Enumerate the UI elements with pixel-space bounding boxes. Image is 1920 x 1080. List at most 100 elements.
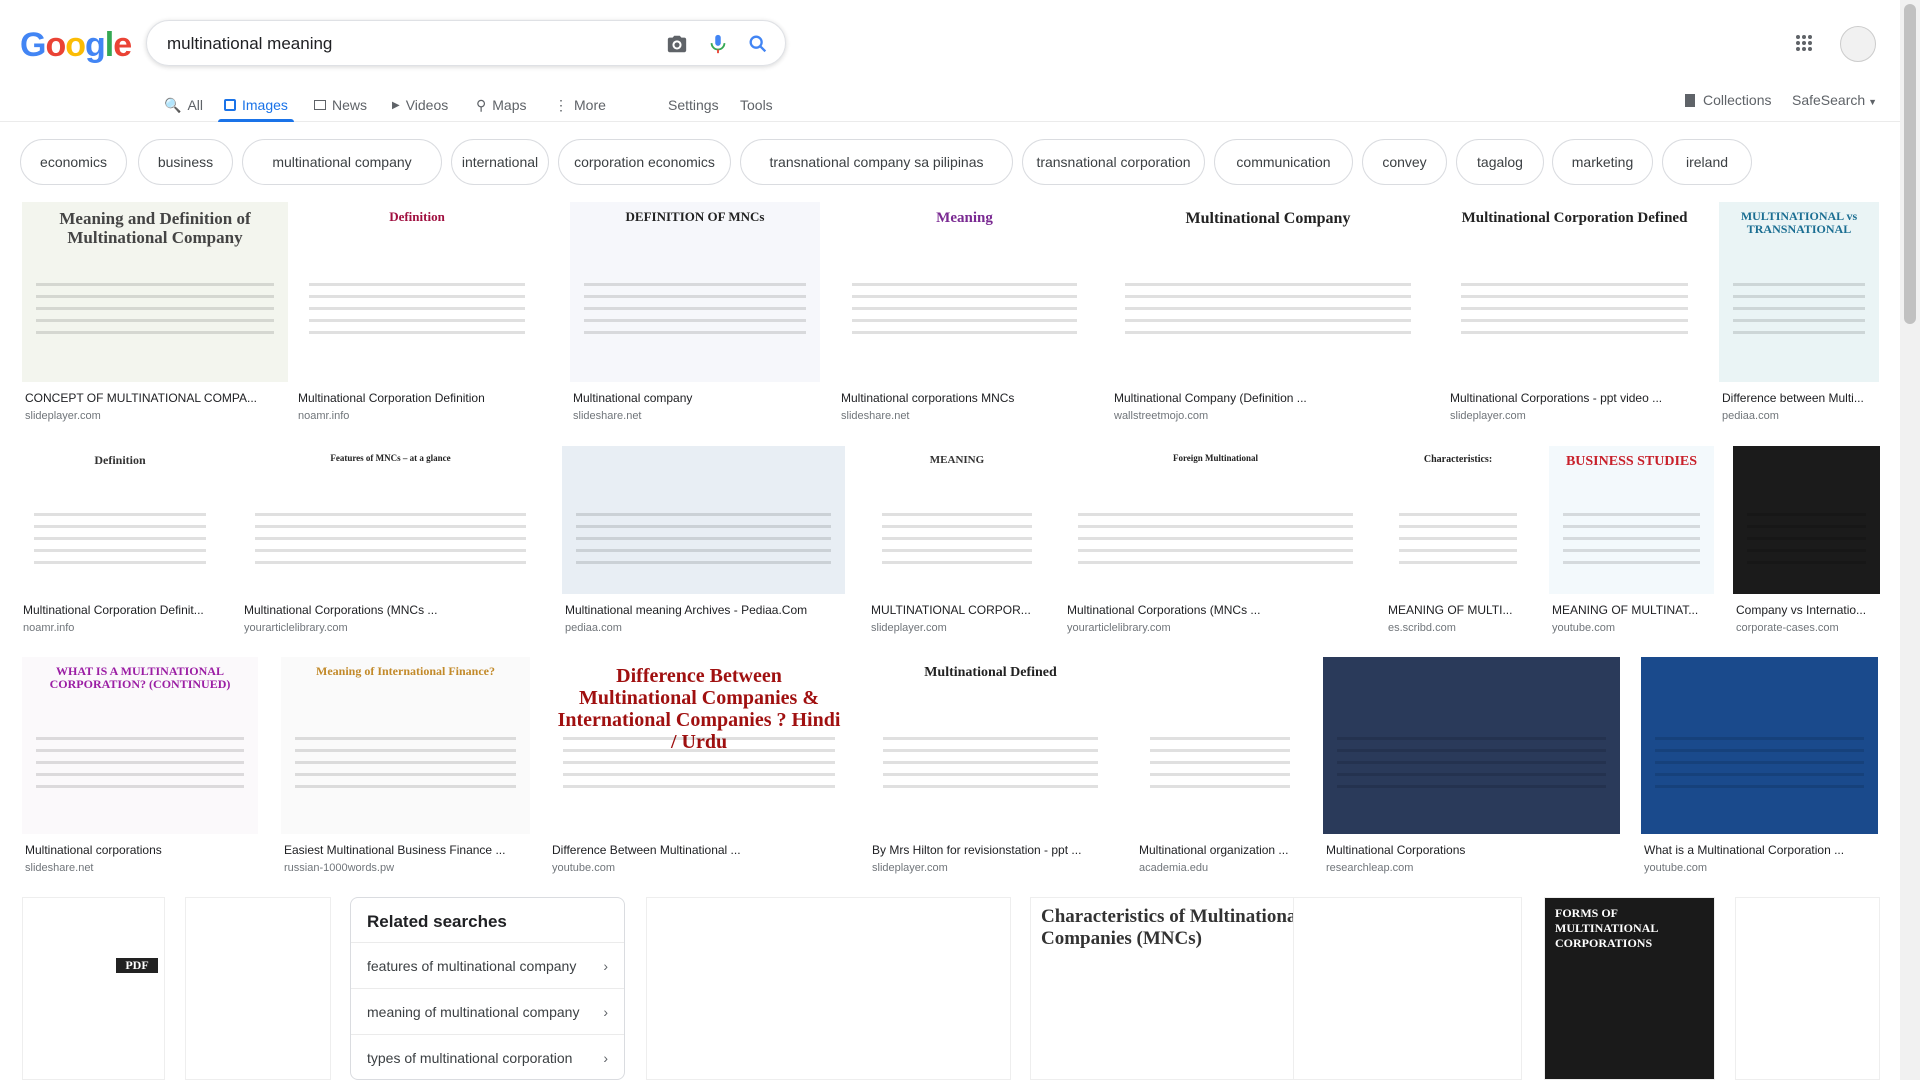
image-thumbnail[interactable]: Definition	[20, 446, 220, 594]
image-result[interactable]: Features of MNCs – at a glance Multinatio…	[241, 446, 540, 644]
image-thumbnail[interactable]	[562, 446, 845, 594]
image-thumbnail[interactable]	[1641, 657, 1878, 834]
image-caption[interactable]: CONCEPT OF MULTINATIONAL COMPA...	[25, 391, 287, 405]
image-result[interactable]: Meaning of International Finance? Easiest…	[281, 657, 530, 884]
image-caption[interactable]: Multinational Corporations	[1326, 843, 1619, 857]
image-caption[interactable]: Multinational meaning Archives - Pediaa.…	[565, 603, 844, 617]
image-thumbnail[interactable]: Foreign Multinational	[1064, 446, 1367, 594]
scrollbar-thumb[interactable]	[1904, 4, 1916, 324]
image-result[interactable]: Multinational meaning Archives - Pediaa.…	[562, 446, 845, 644]
image-thumbnail[interactable]: Characteristics:	[1385, 446, 1531, 594]
image-thumbnail[interactable]	[1735, 897, 1880, 1080]
image-caption[interactable]: MEANING OF MULTINAT...	[1552, 603, 1713, 617]
image-caption[interactable]: Multinational corporations MNCs	[841, 391, 1090, 405]
page-scrollbar[interactable]	[1900, 0, 1920, 1080]
image-caption[interactable]: Multinational organization ...	[1139, 843, 1303, 857]
image-thumbnail[interactable]	[646, 897, 1011, 1080]
image-result[interactable]: Characteristics: MEANING OF MULTI... es.sc…	[1385, 446, 1531, 644]
image-thumbnail[interactable]: Multinational Corporation Defined	[1447, 202, 1702, 382]
image-caption[interactable]: Multinational Corporation Definit...	[23, 603, 219, 617]
thumbnail-text-line	[295, 773, 516, 776]
thumbnail-text-line	[1747, 549, 1866, 552]
thumbnail-text: Foreign Multinational	[1172, 453, 1259, 463]
image-result[interactable]: Meaning and Definition of Multinational …	[22, 202, 288, 432]
image-result[interactable]: BUSINESS STUDIES MEANING OF MULTINAT... yo…	[1549, 446, 1714, 644]
thumbnail-text: DEFINITION OF MNCs	[625, 209, 765, 224]
image-result[interactable]: Multinational Corporation Defined Multina…	[1447, 202, 1702, 432]
thumbnail-text-line	[255, 525, 526, 528]
related-search-item[interactable]: types of multinational corporation ›	[351, 1034, 624, 1080]
related-search-item[interactable]: features of multinational company ›	[351, 942, 624, 988]
thumbnail-text-line	[1078, 525, 1353, 528]
image-thumbnail[interactable]: Definition	[295, 202, 539, 382]
image-caption[interactable]: Company vs Internatio...	[1736, 603, 1879, 617]
image-source: slideplayer.com	[872, 862, 948, 874]
image-result[interactable]: DEFINITION OF MNCs Multinational company s…	[570, 202, 820, 432]
image-thumbnail[interactable]: Multinational Company	[1111, 202, 1425, 382]
thumbnail-text-line	[1461, 307, 1688, 310]
image-result[interactable]: Multinational Corporations researchleap.c…	[1323, 657, 1620, 884]
image-thumbnail[interactable]: DEFINITION OF MNCs	[570, 202, 820, 382]
image-result[interactable]: Multinational Company Multinational Compa…	[1111, 202, 1425, 432]
image-result[interactable]: WHAT IS A MULTINATIONAL CORPORATION? (CO…	[22, 657, 258, 884]
image-caption[interactable]: Difference Between Multinational ...	[552, 843, 848, 857]
image-result[interactable]: Meaning Multinational corporations MNCs sl…	[838, 202, 1091, 432]
image-caption[interactable]: MEANING OF MULTI...	[1388, 603, 1530, 617]
thumbnail-text-line	[1461, 331, 1688, 334]
image-thumbnail[interactable]: Meaning of International Finance?	[281, 657, 530, 834]
image-result[interactable]: Difference Between Multinational Compani…	[549, 657, 849, 884]
image-thumbnail[interactable]	[1293, 897, 1522, 1080]
related-search-item[interactable]: meaning of multinational company ›	[351, 988, 624, 1034]
image-result[interactable]: What is a Multinational Corporation ... y…	[1641, 657, 1878, 884]
image-caption[interactable]: What is a Multinational Corporation ...	[1644, 843, 1877, 857]
image-thumbnail[interactable]	[1136, 657, 1304, 834]
image-result[interactable]: Multinational Defined By Mrs Hilton for r…	[869, 657, 1112, 884]
image-thumbnail[interactable]: MULTINATIONAL vs TRANSNATIONAL	[1719, 202, 1879, 382]
thumbnail-text-line	[36, 295, 274, 298]
image-caption[interactable]: Difference between Multi...	[1722, 391, 1878, 405]
image-source: corporate-cases.com	[1736, 622, 1839, 634]
image-caption[interactable]: Multinational corporations	[25, 843, 257, 857]
thumbnail-text-line	[576, 525, 831, 528]
image-thumbnail[interactable]: BUSINESS STUDIES	[1549, 446, 1714, 594]
image-caption[interactable]: Multinational Corporations - ppt video .…	[1450, 391, 1701, 405]
image-thumbnail[interactable]	[1733, 446, 1880, 594]
image-thumbnail[interactable]: WHAT IS A MULTINATIONAL CORPORATION? (CO…	[22, 657, 258, 834]
image-result[interactable]: MEANING MULTINATIONAL CORPOR... slideplaye…	[868, 446, 1046, 644]
chevron-right-icon: ›	[603, 1004, 608, 1020]
thumbnail-text-line	[882, 561, 1032, 564]
thumbnail-text-line	[883, 761, 1098, 764]
image-result[interactable]: MULTINATIONAL vs TRANSNATIONAL Difference…	[1719, 202, 1879, 432]
image-thumbnail[interactable]: PDF	[22, 897, 165, 1080]
image-caption[interactable]: Easiest Multinational Business Finance .…	[284, 843, 529, 857]
thumbnail-text-line	[36, 761, 244, 764]
image-result[interactable]: Definition Multinational Corporation Defi…	[295, 202, 539, 432]
image-source: pediaa.com	[1722, 410, 1779, 422]
image-caption[interactable]: Multinational company	[573, 391, 819, 405]
image-result[interactable]: Foreign Multinational Multinational Corpo…	[1064, 446, 1367, 644]
image-result[interactable]: Multinational organization ... academia.e…	[1136, 657, 1304, 884]
image-caption[interactable]: By Mrs Hilton for revisionstation - ppt …	[872, 843, 1111, 857]
image-caption[interactable]: Multinational Company (Definition ...	[1114, 391, 1424, 405]
image-result[interactable]: Definition Multinational Corporation Defi…	[20, 446, 220, 644]
thumbnail-text: Multinational Defined	[924, 665, 1057, 680]
image-caption[interactable]: Multinational Corporations (MNCs ...	[1067, 603, 1366, 617]
image-source: academia.edu	[1139, 862, 1209, 874]
image-thumbnail[interactable]	[185, 897, 331, 1080]
image-thumbnail[interactable]: Meaning	[838, 202, 1091, 382]
image-thumbnail[interactable]: FORMS OF MULTINATIONAL CORPORATIONS	[1544, 897, 1715, 1080]
image-result[interactable]: Company vs Internatio... corporate-cases.…	[1733, 446, 1880, 644]
thumbnail-text-line	[255, 561, 526, 564]
image-thumbnail[interactable]	[1323, 657, 1620, 834]
thumbnail-text-line	[1125, 331, 1411, 334]
image-thumbnail[interactable]: Features of MNCs – at a glance	[241, 446, 540, 594]
image-caption[interactable]: MULTINATIONAL CORPOR...	[871, 603, 1045, 617]
image-thumbnail[interactable]: Multinational Defined	[869, 657, 1112, 834]
thumbnail-text-line	[852, 307, 1077, 310]
image-thumbnail[interactable]: Meaning and Definition of Multinational …	[22, 202, 288, 382]
image-caption[interactable]: Multinational Corporations (MNCs ...	[244, 603, 539, 617]
image-thumbnail[interactable]: Difference Between Multinational Compani…	[549, 657, 849, 834]
thumbnail-text-line	[852, 283, 1077, 286]
image-thumbnail[interactable]: MEANING	[868, 446, 1046, 594]
image-caption[interactable]: Multinational Corporation Definition	[298, 391, 538, 405]
